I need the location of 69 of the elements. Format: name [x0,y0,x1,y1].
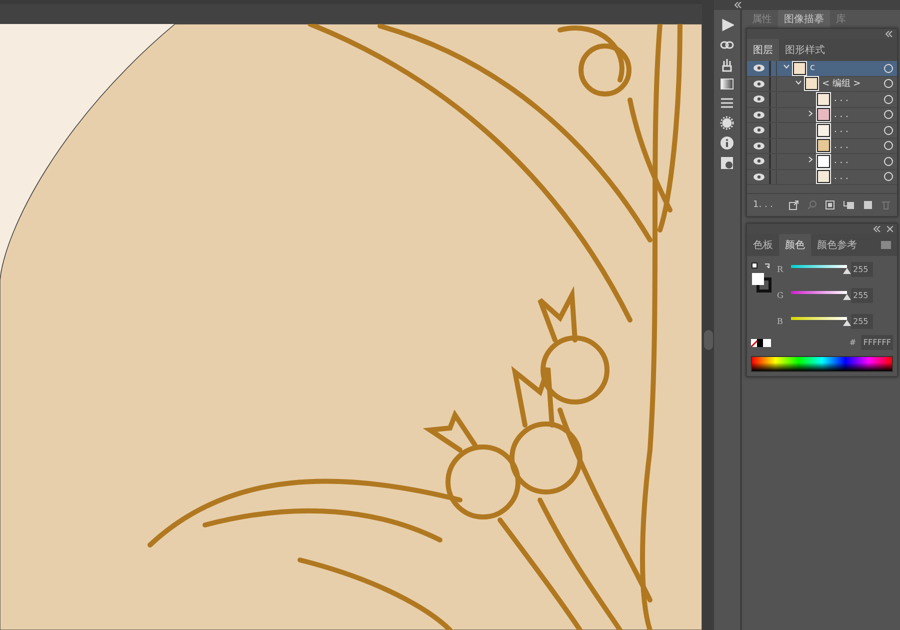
new-sublayer-icon[interactable] [843,200,855,210]
channel-value-field[interactable]: 255 [851,314,873,329]
target-circle-icon[interactable] [884,126,893,135]
panel-tab[interactable]: 颜色 [779,234,811,256]
channel-label: B [777,317,784,326]
channel-value-field[interactable]: 255 [851,262,873,277]
panel-tab[interactable]: 色板 [747,234,779,256]
target-circle-icon[interactable] [884,172,893,182]
layer-name: < 编组 > [822,78,862,90]
eye-icon[interactable] [753,110,765,119]
chevron-right-icon[interactable] [806,110,814,117]
chevron-right-icon[interactable] [806,156,814,164]
close-icon[interactable] [887,226,893,232]
eye-icon[interactable] [753,95,765,104]
layer-row[interactable]: c [747,61,897,76]
layer-row[interactable]: . . . [747,92,897,108]
panel-tab[interactable]: 图层 [747,39,779,61]
eye-icon[interactable] [753,142,765,150]
layer-name: . . . [834,125,850,136]
chevron-down-icon[interactable] [782,63,790,70]
sun-icon[interactable] [720,116,734,130]
collapse-icon[interactable] [873,226,881,232]
channel-label: G [777,291,784,300]
hex-field[interactable]: FFFFFF [861,335,893,350]
layer-row[interactable]: < 编组 > [747,76,897,92]
brush-icon[interactable] [720,58,734,72]
collapse-icon[interactable] [885,31,893,37]
layer-name: . . . [834,140,850,151]
eye-icon[interactable] [753,172,765,181]
export-icon[interactable] [789,200,799,210]
target-circle-icon[interactable] [884,94,893,104]
gradient-icon[interactable] [720,78,734,90]
target-circle-icon[interactable] [884,110,893,120]
layer-row[interactable]: . . . [747,154,897,170]
color-spectrum[interactable] [751,356,893,372]
play-icon[interactable] [720,18,734,32]
layer-name: . . . [834,94,850,104]
info-icon[interactable] [720,136,734,150]
layer-row[interactable]: . . . [747,170,897,185]
hex-label: # [849,338,858,347]
eye-icon[interactable] [753,157,765,166]
layer-count: 1. . . [753,200,774,210]
layer-name: . . . [834,172,850,182]
panel-tab[interactable]: 图形样式 [779,39,831,61]
target-circle-icon[interactable] [884,141,893,150]
layer-name: c [810,63,816,74]
channel-label: R [777,265,784,274]
target-circle-icon[interactable] [884,156,893,166]
eye-icon[interactable] [753,126,765,134]
target-circle-icon[interactable] [884,79,893,88]
panel-tab[interactable]: 颜色参考 [811,234,863,256]
layer-row[interactable]: . . . [747,123,897,138]
scrollbar-thumb[interactable] [704,330,712,350]
target-circle-icon[interactable] [884,64,893,73]
lines-icon[interactable] [720,96,734,110]
swatch-icon[interactable] [763,338,771,346]
chevron-down-icon[interactable] [794,78,802,86]
layer-name: . . . [834,110,850,120]
clip-mask-icon[interactable] [825,200,835,210]
eye-icon[interactable] [753,64,765,72]
new-layer-icon[interactable] [863,200,873,210]
channel-value-field[interactable]: 255 [851,288,873,303]
panel-tab[interactable]: 图像描摹 [778,10,830,28]
layer-row[interactable]: . . . [747,138,897,154]
layer-name: . . . [834,156,850,166]
eye-icon[interactable] [753,80,765,88]
transform-icon[interactable] [720,156,734,170]
collapse-icon[interactable] [734,2,742,8]
layer-row[interactable]: . . . [747,108,897,123]
